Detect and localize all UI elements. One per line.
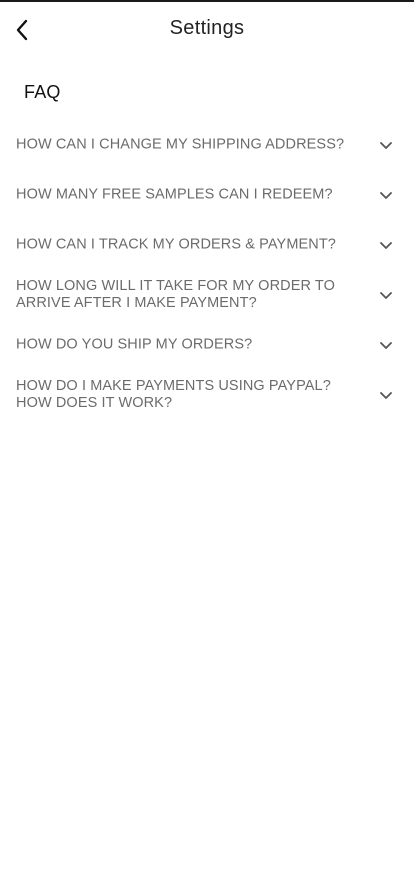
faq-question: HOW DO I MAKE PAYMENTS USING PAYPAL? HOW…: [16, 378, 331, 411]
section-title: FAQ: [24, 82, 61, 102]
chevron-down-icon: [378, 337, 394, 353]
chevron-down-icon: [378, 287, 394, 303]
chevron-down-icon: [378, 237, 394, 253]
faq-item-track-orders[interactable]: HOW CAN I TRACK MY ORDERS & PAYMENT?: [0, 220, 414, 270]
page-title: Settings: [169, 17, 245, 39]
faq-item-delivery-time[interactable]: HOW LONG WILL IT TAKE FOR MY ORDER TO AR…: [0, 270, 414, 320]
faq-item-free-samples[interactable]: HOW MANY FREE SAMPLES CAN I REDEEM?: [0, 170, 414, 220]
faq-item-paypal[interactable]: HOW DO I MAKE PAYMENTS USING PAYPAL? HOW…: [0, 370, 414, 420]
faq-question: HOW CAN I CHANGE MY SHIPPING ADDRESS?: [16, 136, 345, 153]
app-header: Settings: [0, 2, 414, 58]
chevron-down-icon: [378, 137, 394, 153]
faq-item-shipping-address[interactable]: HOW CAN I CHANGE MY SHIPPING ADDRESS?: [0, 120, 414, 170]
faq-item-shipping-method[interactable]: HOW DO YOU SHIP MY ORDERS?: [0, 320, 414, 370]
chevron-down-icon: [378, 387, 394, 403]
chevron-down-icon: [378, 187, 394, 203]
faq-question: HOW LONG WILL IT TAKE FOR MY ORDER TO AR…: [16, 278, 335, 311]
faq-question: HOW MANY FREE SAMPLES CAN I REDEEM?: [16, 186, 333, 203]
faq-question: HOW DO YOU SHIP MY ORDERS?: [16, 336, 253, 353]
faq-question: HOW CAN I TRACK MY ORDERS & PAYMENT?: [16, 236, 336, 253]
